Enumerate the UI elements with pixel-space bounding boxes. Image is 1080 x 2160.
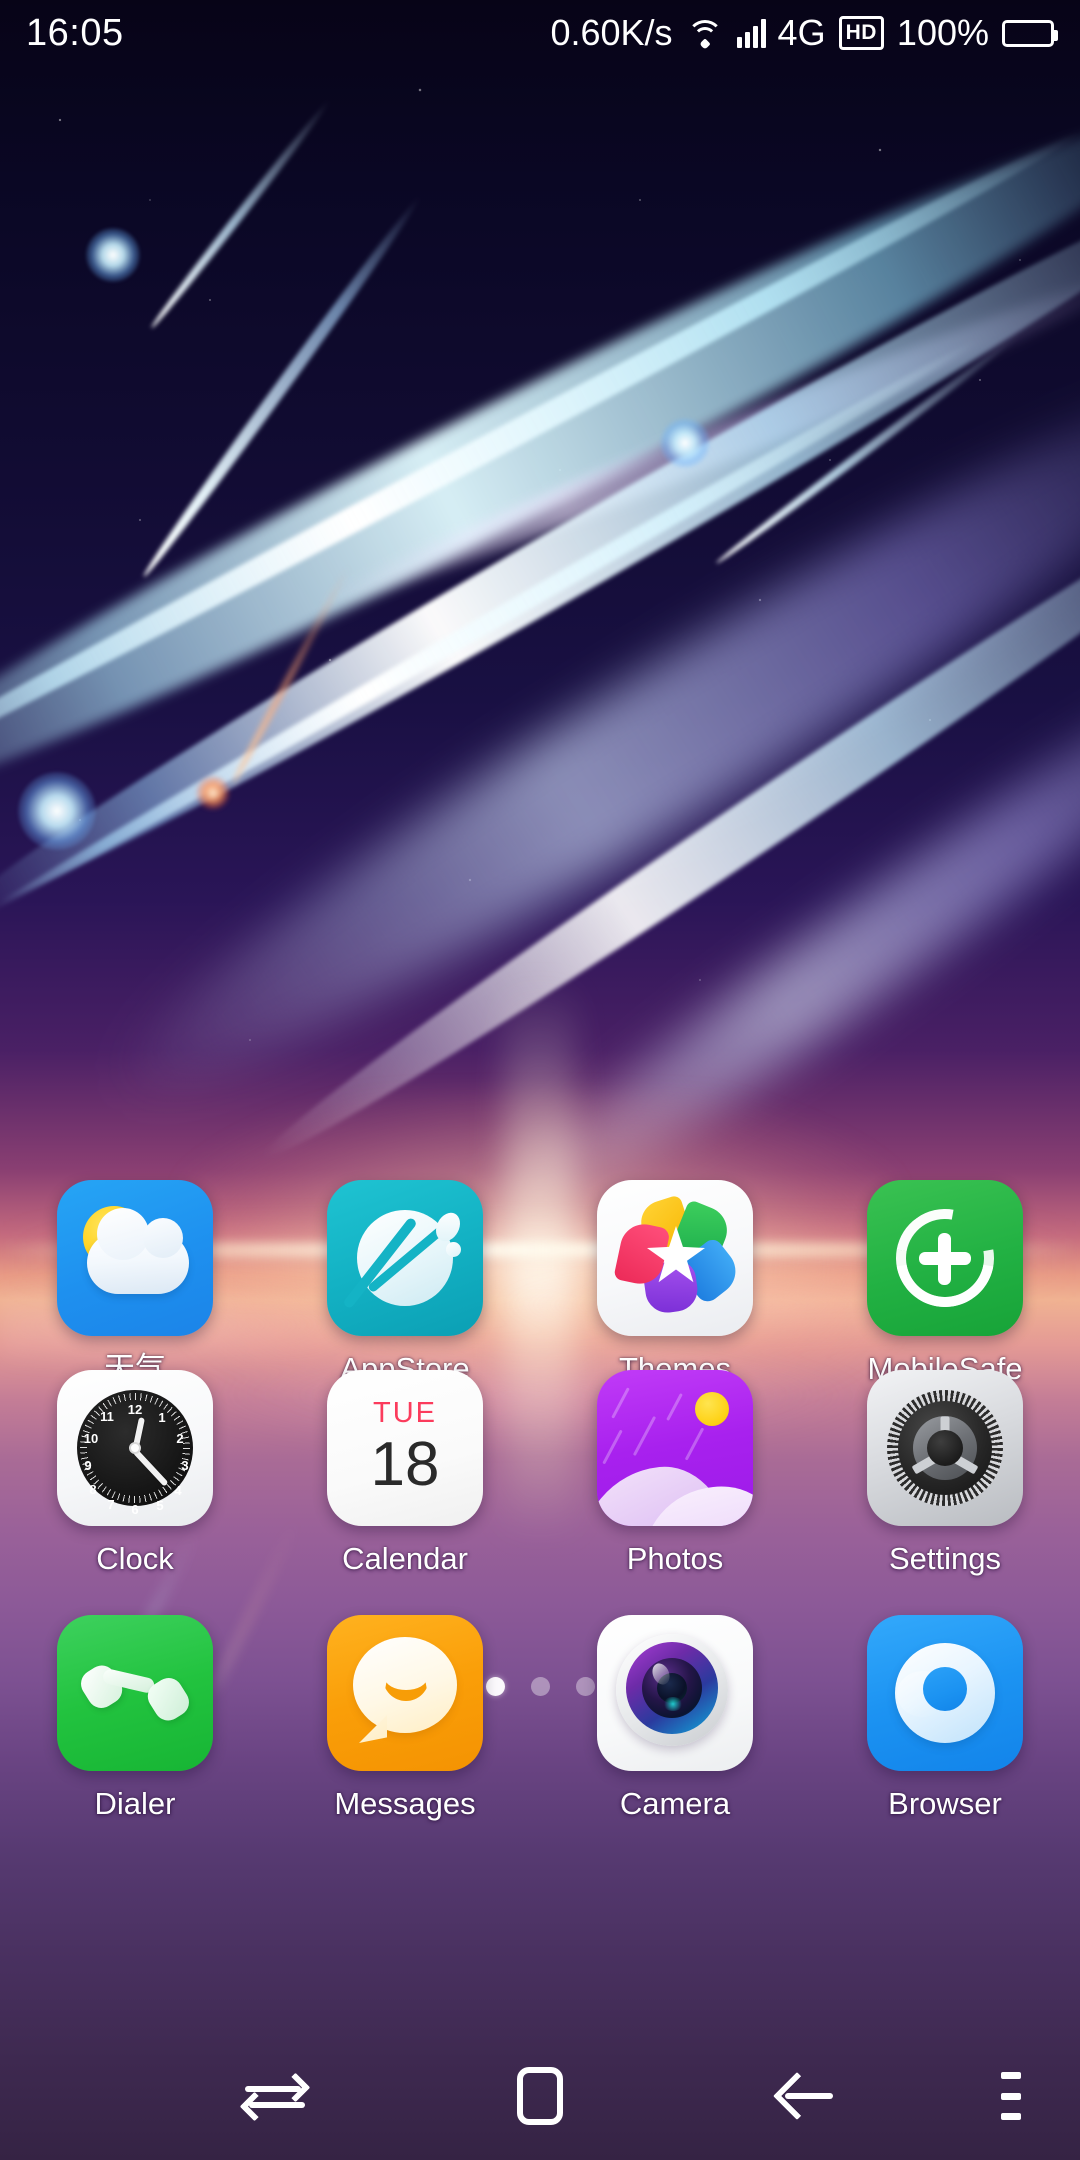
network-speed-text: 0.60K/s <box>550 12 673 53</box>
menu-button[interactable] <box>956 2032 1066 2160</box>
calendar-day-number: 18 <box>370 1429 440 1499</box>
settings-icon[interactable] <box>867 1370 1023 1526</box>
app-messages[interactable]: Messages <box>270 1615 540 1819</box>
clock-icon[interactable]: 12 1 2 3 4 5 6 7 8 9 10 11 <box>57 1370 213 1526</box>
app-photos[interactable]: Photos <box>540 1370 810 1574</box>
calendar-icon[interactable]: TUE 18 <box>327 1370 483 1526</box>
app-calendar[interactable]: TUE 18 Calendar <box>270 1370 540 1574</box>
menu-icon <box>1001 2072 1021 2120</box>
dock: Dialer Messages Camera Browser <box>0 1615 1080 1819</box>
themes-icon[interactable] <box>597 1180 753 1336</box>
home-icon <box>517 2067 563 2125</box>
cellular-signal-icon <box>736 18 766 48</box>
appstore-icon[interactable] <box>327 1180 483 1336</box>
status-icons: 0.60K/s 4G HD 100% <box>550 12 1058 54</box>
app-mobilesafe[interactable]: MobileSafe <box>810 1180 1080 1384</box>
calendar-day-of-week: TUE <box>373 1396 437 1429</box>
wallpaper <box>0 0 1080 2160</box>
recents-icon <box>239 2072 311 2122</box>
phone-icon[interactable] <box>57 1615 213 1771</box>
browser-icon[interactable] <box>867 1615 1023 1771</box>
status-bar[interactable]: 16:05 0.60K/s 4G HD 100% <box>0 0 1080 66</box>
mobilesafe-icon[interactable] <box>867 1180 1023 1336</box>
app-label: Photos <box>626 1541 724 1576</box>
weather-icon[interactable] <box>57 1180 213 1336</box>
meteor-head <box>660 418 710 468</box>
app-label: Browser <box>888 1786 1002 1821</box>
home-button[interactable] <box>465 2032 615 2160</box>
app-camera[interactable]: Camera <box>540 1615 810 1819</box>
navigation-bar <box>0 2032 1080 2160</box>
app-settings[interactable]: Settings <box>810 1370 1080 1574</box>
status-clock: 16:05 <box>26 11 124 54</box>
back-button[interactable] <box>730 2032 880 2160</box>
back-icon <box>772 2070 833 2122</box>
app-clock[interactable]: 12 1 2 3 4 5 6 7 8 9 10 11 Clock <box>0 1370 270 1574</box>
app-themes[interactable]: Themes <box>540 1180 810 1384</box>
battery-percent-text: 100% <box>896 12 989 53</box>
camera-icon[interactable] <box>597 1615 753 1771</box>
battery-full-icon <box>1002 19 1058 47</box>
app-label: Settings <box>888 1541 1001 1576</box>
app-row-2: 12 1 2 3 4 5 6 7 8 9 10 11 Clock TUE 18 … <box>0 1370 1080 1574</box>
photos-icon[interactable] <box>597 1370 753 1526</box>
app-label: Dialer <box>94 1786 176 1821</box>
app-label: Messages <box>334 1786 476 1821</box>
app-label: Clock <box>96 1541 174 1576</box>
app-weather[interactable]: 天气 <box>0 1180 270 1384</box>
app-browser[interactable]: Browser <box>810 1615 1080 1819</box>
network-type-label: 4G <box>777 12 826 53</box>
hd-badge-icon: HD <box>838 16 884 50</box>
app-dialer[interactable]: Dialer <box>0 1615 270 1819</box>
app-label: Calendar <box>342 1541 468 1576</box>
ember-meteor-head <box>196 776 230 810</box>
message-bubble-icon[interactable] <box>327 1615 483 1771</box>
app-row-1: 天气 AppStore Themes MobileSafe <box>0 1180 1080 1384</box>
meteor-head <box>86 228 140 282</box>
recents-button[interactable] <box>200 2032 350 2160</box>
wifi-icon <box>686 18 724 50</box>
meteor-head <box>18 772 96 850</box>
app-label: Camera <box>619 1786 731 1821</box>
wallpaper-stars <box>0 0 1080 1150</box>
app-appstore[interactable]: AppStore <box>270 1180 540 1384</box>
